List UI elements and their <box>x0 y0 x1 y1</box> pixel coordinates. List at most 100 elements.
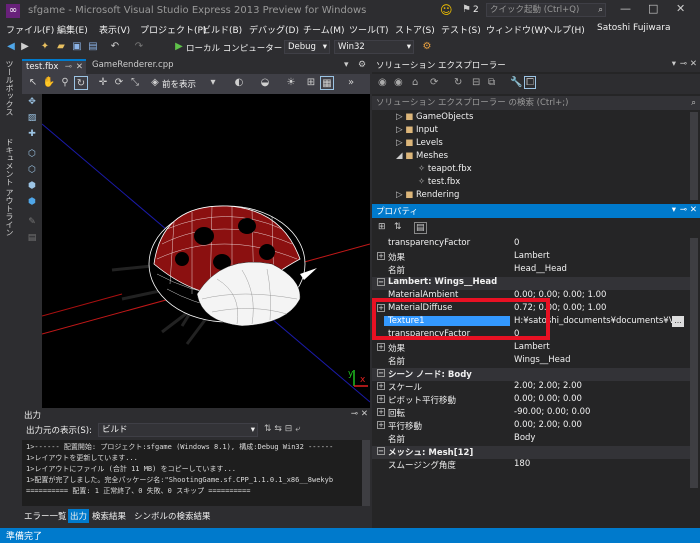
add-icon[interactable]: ✚ <box>26 128 38 140</box>
rotate-icon[interactable]: ⟳ <box>112 76 126 90</box>
property-row[interactable]: + 平行移動 0.00; 2.00; 0.00 <box>372 420 690 433</box>
close-icon[interactable]: ✕ <box>76 62 83 72</box>
expand-icon[interactable]: ▷ <box>396 112 403 122</box>
expand-icon[interactable]: + <box>377 408 385 416</box>
tree-item-input[interactable]: ▷ ■ Input <box>396 125 438 135</box>
tree-item-teapot[interactable]: ✧ teapot.fbx <box>418 164 472 174</box>
target-label[interactable]: ローカル コンピューター <box>186 42 282 54</box>
open-file-icon[interactable]: ▰ <box>54 40 68 54</box>
sync-icon[interactable]: ⟳ <box>430 77 438 88</box>
se-scrollbar[interactable] <box>690 112 698 200</box>
expand-icon[interactable]: + <box>377 252 385 260</box>
pin-icon[interactable]: ⊸ <box>65 62 72 72</box>
orbit-icon[interactable]: ↻ <box>74 76 88 90</box>
lighting-icon[interactable]: ☀ <box>284 76 298 90</box>
close-icon[interactable]: ✕ <box>690 205 697 215</box>
property-row[interactable]: + 効果 Lambert <box>372 251 690 264</box>
se-search-input[interactable]: ソリューション エクスプローラー の検索 (Ctrl+;) ⌕ <box>372 96 700 110</box>
cube-icon[interactable]: ⬡ <box>26 148 38 160</box>
dropdown-icon[interactable]: ▾ <box>672 205 676 215</box>
menu-window[interactable]: ウィンドウ(W) <box>486 23 547 36</box>
close-button[interactable]: ✕ <box>676 2 685 15</box>
collapse-icon[interactable]: − <box>377 369 385 377</box>
collapse-icon[interactable]: − <box>377 278 385 286</box>
property-row[interactable]: + 効果 Lambert <box>372 342 690 355</box>
close-icon[interactable]: ✕ <box>690 59 697 69</box>
menu-tools[interactable]: ツール(T) <box>349 23 389 36</box>
tab-test-fbx[interactable]: test.fbx ⊸ ✕ <box>22 59 86 74</box>
shading-icon[interactable]: ◐ <box>232 76 246 90</box>
minimize-button[interactable]: — <box>620 2 631 15</box>
save-all-icon[interactable]: ▤ <box>86 40 100 54</box>
menu-debug[interactable]: デバッグ(D) <box>249 23 299 36</box>
property-row[interactable]: transparencyFactor 0 <box>372 238 690 251</box>
property-category[interactable]: − メッシュ: Mesh[12] <box>372 446 690 459</box>
expand-icon[interactable]: + <box>377 382 385 390</box>
view-dropdown-icon[interactable]: ▾ <box>206 76 220 90</box>
close-icon[interactable]: ✕ <box>361 409 368 419</box>
forward-icon[interactable]: ▶ <box>18 40 32 54</box>
tab-find-results[interactable]: 検索結果 <box>92 510 126 522</box>
property-row[interactable]: 名前 Wings__Head <box>372 355 690 368</box>
tab-symbol-results[interactable]: シンボルの検索結果 <box>134 510 211 522</box>
pan-icon[interactable]: ✋ <box>42 76 56 90</box>
output-scrollbar[interactable] <box>362 440 370 506</box>
menu-team[interactable]: チーム(M) <box>303 23 345 36</box>
menu-view[interactable]: 表示(V) <box>99 23 130 36</box>
tab-gamerenderer[interactable]: GameRenderer.cpp <box>88 59 178 74</box>
menu-file[interactable]: ファイル(F) <box>6 23 54 36</box>
menu-help[interactable]: ヘルプ(H) <box>544 23 585 36</box>
refresh-icon[interactable]: ↻ <box>454 77 462 88</box>
tab-output[interactable]: 出力 <box>68 509 90 523</box>
properties-icon[interactable]: 🔧 <box>510 77 522 88</box>
menu-edit[interactable]: 編集(E) <box>57 23 88 36</box>
tab-error-list[interactable]: エラー一覧 <box>24 510 67 522</box>
home-icon[interactable]: ⌂ <box>412 77 418 88</box>
expand-icon[interactable]: ▷ <box>396 190 403 200</box>
sort-alpha-icon[interactable]: ⇅ <box>394 222 402 232</box>
forward-icon[interactable]: ◉ <box>394 77 403 88</box>
property-row[interactable]: + ピボット平行移動 0.00; 0.00; 0.00 <box>372 394 690 407</box>
new-project-icon[interactable]: ✦ <box>38 40 52 54</box>
notification-flag-icon[interactable]: ⚑ <box>462 4 471 15</box>
tree-item-gameobjects[interactable]: ▷ ■ GameObjects <box>396 112 473 122</box>
platform-select[interactable]: Win32 ▾ <box>334 40 414 54</box>
property-pages-icon[interactable]: ▤ <box>414 222 427 234</box>
property-row[interactable]: + 回転 -90.00; 0.00; 0.00 <box>372 407 690 420</box>
undo-icon[interactable]: ↶ <box>108 40 122 54</box>
copy-icon[interactable]: ⧉ <box>488 77 495 88</box>
save-icon[interactable]: ▣ <box>70 40 84 54</box>
pin-icon[interactable]: ⊸ <box>680 59 687 69</box>
output-text-area[interactable]: 1>------ 配置開始: プロジェクト:sfgame (Windows 8.… <box>22 440 362 506</box>
view-front-label[interactable]: 前を表示 <box>162 78 196 90</box>
back-icon[interactable]: ◉ <box>378 77 387 88</box>
layers-icon[interactable]: ▤ <box>26 232 38 244</box>
zoom-icon[interactable]: ⚲ <box>58 76 72 90</box>
collapse-icon[interactable]: ⊟ <box>472 77 480 88</box>
property-row[interactable]: スムージング角度 180 <box>372 459 690 472</box>
document-outline-tab[interactable]: ドキュメント アウトライン <box>4 138 15 237</box>
expand-icon[interactable]: + <box>377 421 385 429</box>
categorized-icon[interactable]: ⊞ <box>378 222 386 232</box>
user-name[interactable]: Satoshi Fujiwara <box>597 23 671 33</box>
paint-icon[interactable]: ✎ <box>26 216 38 228</box>
preview-icon[interactable]: ⧠ <box>524 76 536 89</box>
grid-toggle-icon[interactable]: ⊞ <box>304 76 318 90</box>
pin-icon[interactable]: ⊸ <box>351 409 358 419</box>
move-icon[interactable]: ✛ <box>96 76 110 90</box>
tree-item-levels[interactable]: ▷ ■ Levels <box>396 138 443 148</box>
move-tool-icon[interactable]: ✥ <box>26 96 38 108</box>
tree-item-test-fbx[interactable]: ✧ test.fbx <box>418 177 460 187</box>
tree-item-meshes[interactable]: ◢ ■ Meshes <box>396 151 448 161</box>
property-row[interactable]: 名前 Body <box>372 433 690 446</box>
cube-icon[interactable]: ⬡ <box>26 164 38 176</box>
dropdown-icon[interactable]: ▾ <box>672 59 676 69</box>
properties-scrollbar[interactable] <box>690 238 698 488</box>
expand-icon[interactable]: ▷ <box>396 125 403 135</box>
menu-build[interactable]: ビルド(B) <box>202 23 242 36</box>
select-icon[interactable]: ↖ <box>26 76 40 90</box>
more-icon[interactable]: » <box>344 76 358 90</box>
property-category[interactable]: − Lambert: Wings__Head <box>372 277 690 290</box>
toolbar-extra-icon[interactable]: ⚙ <box>420 40 434 54</box>
redo-icon[interactable]: ↷ <box>132 40 146 54</box>
